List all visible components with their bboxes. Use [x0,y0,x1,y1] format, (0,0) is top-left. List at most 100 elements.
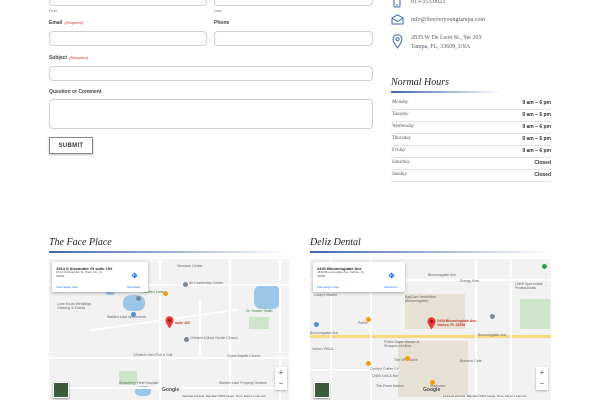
google-logo: Google [423,387,441,393]
map-place-label: LNKE Spot Install Professionals [515,282,543,290]
map-poi-marker[interactable] [490,314,495,319]
hours-time: 9 am – 6 pm [522,124,551,130]
map-face-place[interactable]: Dinosaur Center Lone Knots Weddings Cate… [49,259,289,400]
hours-day: Tuesday [392,112,409,117]
directions-button[interactable]: Directions [124,266,144,289]
directions-label: Directions [384,285,398,289]
map-place-label: Lucky's Market [314,293,338,297]
question-label: Question or Comment [49,89,102,95]
contact-email[interactable]: info@foreveryoungtampa.com [411,17,485,23]
zoom-out-button[interactable]: − [275,378,287,389]
map-place-label: Grace Baptist Church [227,354,261,358]
contact-address-line1: 2835 W De Leon St., Ste 203 [411,35,482,41]
view-larger-map-link[interactable]: View larger map [317,285,339,289]
map-place-label: Bloomingdale Ave [478,333,506,337]
map-park [249,317,269,329]
map-zoom-control[interactable]: + − [536,367,548,390]
map-poi-marker[interactable] [314,322,319,327]
hours-day: Friday [392,148,406,153]
map-place-label: Brandon Cafe [460,359,482,363]
map-satellite-toggle[interactable] [53,382,69,398]
map-highway [310,335,551,338]
map-poi-marker[interactable] [430,380,435,385]
google-logo: Google [162,387,180,393]
map-poi-marker[interactable] [366,317,371,322]
terms-link[interactable]: Terms [236,395,243,398]
directions-button[interactable]: Directions [381,266,401,289]
directions-icon [131,272,137,279]
map-place-label: Bloomingdale Ave [428,273,456,277]
map-pin-icon[interactable] [165,316,174,329]
first-name-input[interactable] [49,0,207,6]
map-road [199,299,201,359]
hours-day: Sunday [392,172,407,177]
map-poi-marker[interactable] [163,291,168,296]
map-poi-marker[interactable] [131,312,136,317]
map-place-label: Strawberry Field Hospital [119,381,159,385]
map-info-card: 2440 Bloomingdale Ave 2440 Bloomingdale … [313,262,405,292]
map-deliz-dental[interactable]: Bloomingdale Ave Lucky's Market BayCare … [310,259,551,400]
question-textarea[interactable] [49,99,373,129]
last-name-input[interactable] [214,0,373,6]
map-place-label: Lone Knots Weddings Catering & Events [57,302,92,310]
map-road [510,259,512,400]
keyboard-shortcuts-link[interactable]: Keyboard shortcuts [443,395,465,398]
hours-time: 9 am – 6 pm [522,100,551,106]
contact-phone[interactable]: 813-353-0023 [411,0,445,5]
map-place-label: Chili's Grill & Bar [372,374,399,378]
map-pin-icon[interactable] [427,317,436,330]
hours-day: Monday [392,100,409,105]
submit-button[interactable]: SUBMIT [49,137,93,154]
map-pin-label: suite 102 [175,321,190,325]
email-field[interactable] [49,31,207,46]
map-info-card: 1514 S Alexander St suite 102 1514 S Ale… [52,262,148,292]
zoom-in-button[interactable]: + [536,367,548,378]
hours-day: Saturday [392,160,410,165]
hours-time: 9 am – 6 pm [522,148,551,154]
hours-row: Sunday Closed [391,169,551,182]
map-poi-marker[interactable] [405,356,410,361]
map-poi-marker[interactable] [366,361,371,366]
hours-time: 9 am – 6 pm [522,136,551,142]
directions-icon [388,272,394,279]
map-place-label: Dr. Hocker Smith [246,309,273,313]
zoom-in-button[interactable]: + [275,367,287,378]
hours-title-underline [391,91,501,93]
terms-link[interactable]: Terms [497,395,504,398]
map-water [123,295,145,311]
hours-time: 9 am – 6 pm [522,112,551,118]
map-poi-marker[interactable] [542,264,547,269]
map-poi-marker[interactable] [136,296,141,301]
first-name-sublabel: First [49,8,57,13]
zoom-out-button[interactable]: − [536,378,548,389]
map-place-label: BayCare HealthHub (Bloomingdale) [405,295,437,303]
map-place-label: The Fresh Market [376,384,404,388]
location-title-underline [49,251,289,253]
view-larger-map-link[interactable]: View larger map [56,285,78,289]
contact-address-line2: Tampa, FL, 33609, USA [411,44,471,50]
map-footer: Keyboard shortcuts Map data ©2023 Google… [442,395,528,398]
hours-time: Closed [534,160,551,166]
map-satellite-toggle[interactable] [314,382,330,398]
report-map-error-link[interactable]: Report a map error [505,395,527,398]
report-map-error-link[interactable]: Report a map error [244,395,266,398]
map-pin-label: 2440 Bloomingdale Ave, Valrico, FL 33596 [437,319,478,327]
map-poi-marker[interactable] [183,282,188,287]
map-card-address: 1514 S Alexander St, Plant City, FL 3356… [56,270,103,278]
map-place-label: Air Leadership Center [189,281,224,285]
location-title-underline [310,251,551,253]
map-data-attribution: Map data ©2023 Google [205,395,235,398]
map-poi-marker[interactable] [184,337,189,342]
keyboard-shortcuts-link[interactable]: Keyboard shortcuts [182,395,204,398]
hours-time: Closed [534,172,551,178]
map-place-label: Publix [358,321,368,325]
location-pin-icon [392,34,403,49]
subject-field[interactable] [49,66,373,81]
subject-label: Subject (Required) [49,55,88,61]
phone-field[interactable] [214,31,373,46]
email-icon [391,14,404,25]
map-data-attribution: Map data ©2023 Google [466,395,496,398]
map-zoom-control[interactable]: + − [275,367,287,390]
map-place-label: Walden Lake Apartments [107,315,146,319]
map-place-label: Valrico YMCA [312,347,334,351]
